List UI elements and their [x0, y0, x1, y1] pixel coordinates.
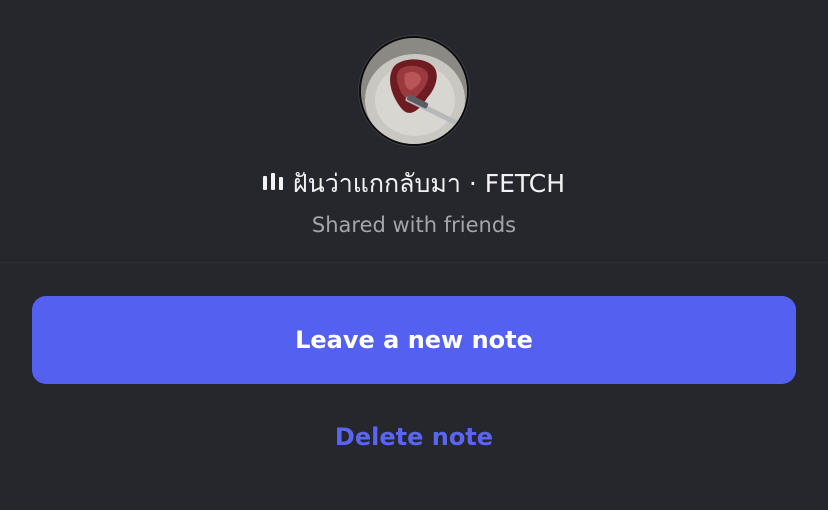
note-sheet: ฝันว่าแกกลับมา · FETCH Shared with frien… — [0, 0, 828, 510]
track-title: ฝันว่าแกกลับมา — [292, 169, 461, 198]
equalizer-icon — [262, 165, 283, 201]
avatar-photo — [361, 38, 467, 144]
delete-note-button[interactable]: Delete note — [0, 418, 828, 456]
leave-new-note-button[interactable]: Leave a new note — [32, 296, 796, 384]
track-artist: FETCH — [484, 169, 565, 198]
divider — [0, 262, 828, 263]
track-separator: · — [460, 169, 485, 198]
audience-label: Shared with friends — [311, 213, 517, 237]
avatar[interactable] — [359, 36, 469, 146]
now-playing-track: ฝันว่าแกกลับมา · FETCH — [0, 166, 828, 203]
note-header: ฝันว่าแกกลับมา · FETCH Shared with frien… — [0, 0, 828, 262]
